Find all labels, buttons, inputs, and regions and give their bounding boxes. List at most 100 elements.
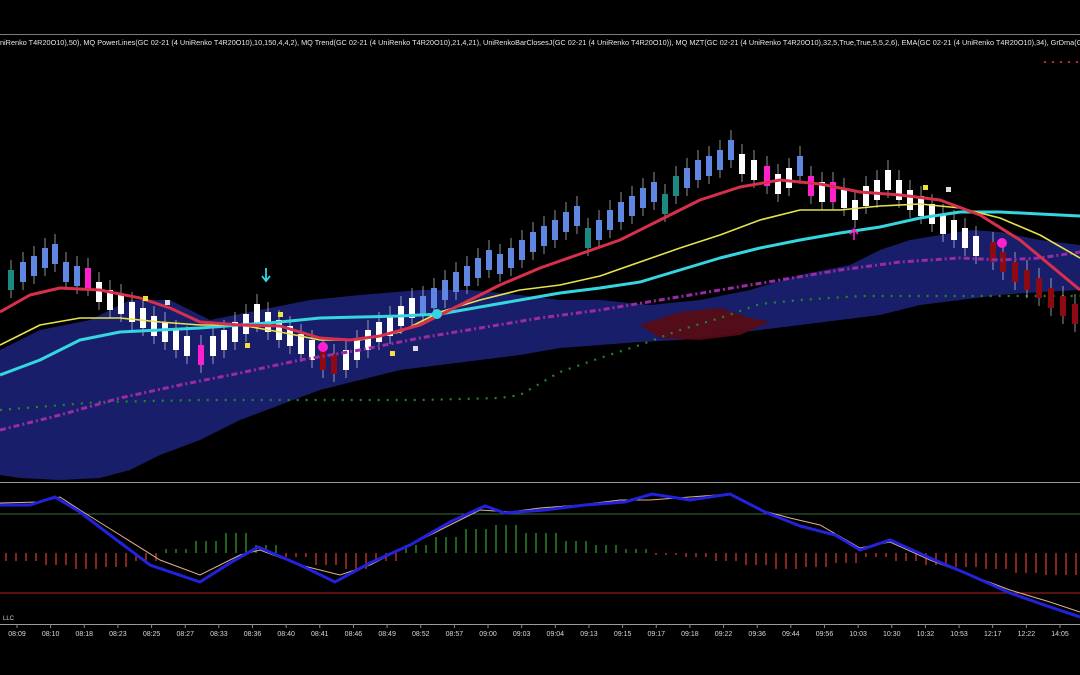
renko-bar [541, 226, 547, 246]
x-tick-label: 09:22 [715, 631, 733, 638]
renko-bar [585, 228, 591, 248]
renko-bar [563, 212, 569, 232]
renko-bar [442, 280, 448, 300]
cyan-dot-marker [432, 309, 442, 319]
renko-bar [1072, 304, 1078, 324]
renko-bar [852, 200, 858, 220]
chart-canvas: 08:09 08:10 08:18 08:23 08:25 08:27 08:33 08:36… [0, 34, 1080, 638]
x-tick-label: 09:56 [816, 631, 834, 638]
oscillator-panel [0, 492, 1080, 619]
renko-bar [929, 204, 935, 224]
x-tick-label: 09:44 [782, 631, 800, 638]
x-tick-label: 09:18 [681, 631, 699, 638]
renko-bar [962, 228, 968, 248]
x-tick-label: 08:41 [311, 631, 329, 638]
signal-square [390, 351, 395, 356]
renko-bar [739, 154, 745, 174]
renko-bar [695, 160, 701, 180]
renko-bar [31, 256, 37, 276]
signal-square [143, 296, 148, 301]
renko-bar [1024, 270, 1030, 290]
renko-bar [74, 266, 80, 286]
renko-bar [940, 214, 946, 234]
renko-bar [420, 296, 426, 316]
renko-bar [221, 330, 227, 350]
renko-bar [431, 288, 437, 308]
x-tick-label: 12:17 [984, 631, 1002, 638]
renko-bar [896, 180, 902, 200]
renko-bar [673, 176, 679, 196]
renko-bar [184, 336, 190, 356]
renko-bar [1060, 296, 1066, 316]
renko-bar [254, 304, 260, 324]
renko-bar [508, 248, 514, 268]
x-tick-label: 08:46 [345, 631, 363, 638]
signal-square [946, 187, 951, 192]
x-tick-label: 09:36 [748, 631, 766, 638]
renko-bar [808, 176, 814, 196]
x-tick-label: 08:27 [176, 631, 194, 638]
renko-bar [1012, 262, 1018, 282]
x-tick-label: 10:32 [917, 631, 935, 638]
renko-bar [20, 262, 26, 282]
renko-bar [486, 250, 492, 270]
renko-bar [618, 202, 624, 222]
signal-square [165, 300, 170, 305]
x-tick-label: 10:03 [849, 631, 867, 638]
magenta-dot-marker [997, 238, 1007, 248]
renko-bar [640, 188, 646, 208]
x-tick-label: 08:57 [446, 631, 464, 638]
x-tick-label: 10:30 [883, 631, 901, 638]
renko-bar [320, 350, 326, 370]
x-tick-label: 09:04 [547, 631, 565, 638]
renko-bar [519, 240, 525, 260]
x-tick-label: 12:22 [1018, 631, 1036, 638]
renko-bar [951, 220, 957, 240]
renko-bar [651, 182, 657, 202]
x-tick-label: 14:05 [1051, 631, 1069, 638]
x-tick-label: 09:17 [647, 631, 665, 638]
renko-bar [717, 150, 723, 170]
renko-bar [552, 220, 558, 240]
x-tick-label: 08:36 [244, 631, 262, 638]
x-tick-label: 08:49 [378, 631, 396, 638]
renko-bar [607, 210, 613, 230]
renko-bar [63, 262, 69, 282]
down-arrow-icon [261, 268, 271, 283]
x-tick-label: 08:10 [42, 631, 60, 638]
x-tick-label: 08:33 [210, 631, 228, 638]
renko-bar [863, 186, 869, 206]
renko-bar [751, 160, 757, 180]
renko-bar [52, 244, 58, 264]
renko-bar [662, 194, 668, 214]
renko-bar [1036, 278, 1042, 298]
renko-bar [907, 190, 913, 210]
osc-main-line [0, 492, 1080, 619]
renko-bar [376, 322, 382, 342]
time-axis: 08:09 08:10 08:18 08:23 08:25 08:27 08:33 08:36… [8, 624, 1069, 638]
signal-square [923, 185, 928, 190]
signal-square [278, 312, 283, 317]
signal-square [245, 343, 250, 348]
renko-bar [162, 322, 168, 342]
renko-bar [497, 254, 503, 274]
renko-bar [453, 272, 459, 292]
renko-bar [464, 266, 470, 286]
renko-bar [530, 232, 536, 252]
renko-bar [874, 180, 880, 200]
renko-bar [96, 282, 102, 302]
x-tick-label: 09:15 [614, 631, 632, 638]
renko-bar [42, 248, 48, 268]
renko-bar [885, 170, 891, 190]
renko-bar [85, 268, 91, 288]
renko-bar [140, 308, 146, 328]
magenta-dot-marker [318, 342, 328, 352]
x-tick-label: 10:53 [950, 631, 968, 638]
x-tick-label: 08:09 [8, 631, 26, 638]
renko-bar [596, 220, 602, 240]
renko-bar [173, 330, 179, 350]
renko-bar [684, 168, 690, 188]
renko-bar [475, 258, 481, 278]
renko-bar [728, 140, 734, 160]
x-tick-label: 09:03 [513, 631, 531, 638]
